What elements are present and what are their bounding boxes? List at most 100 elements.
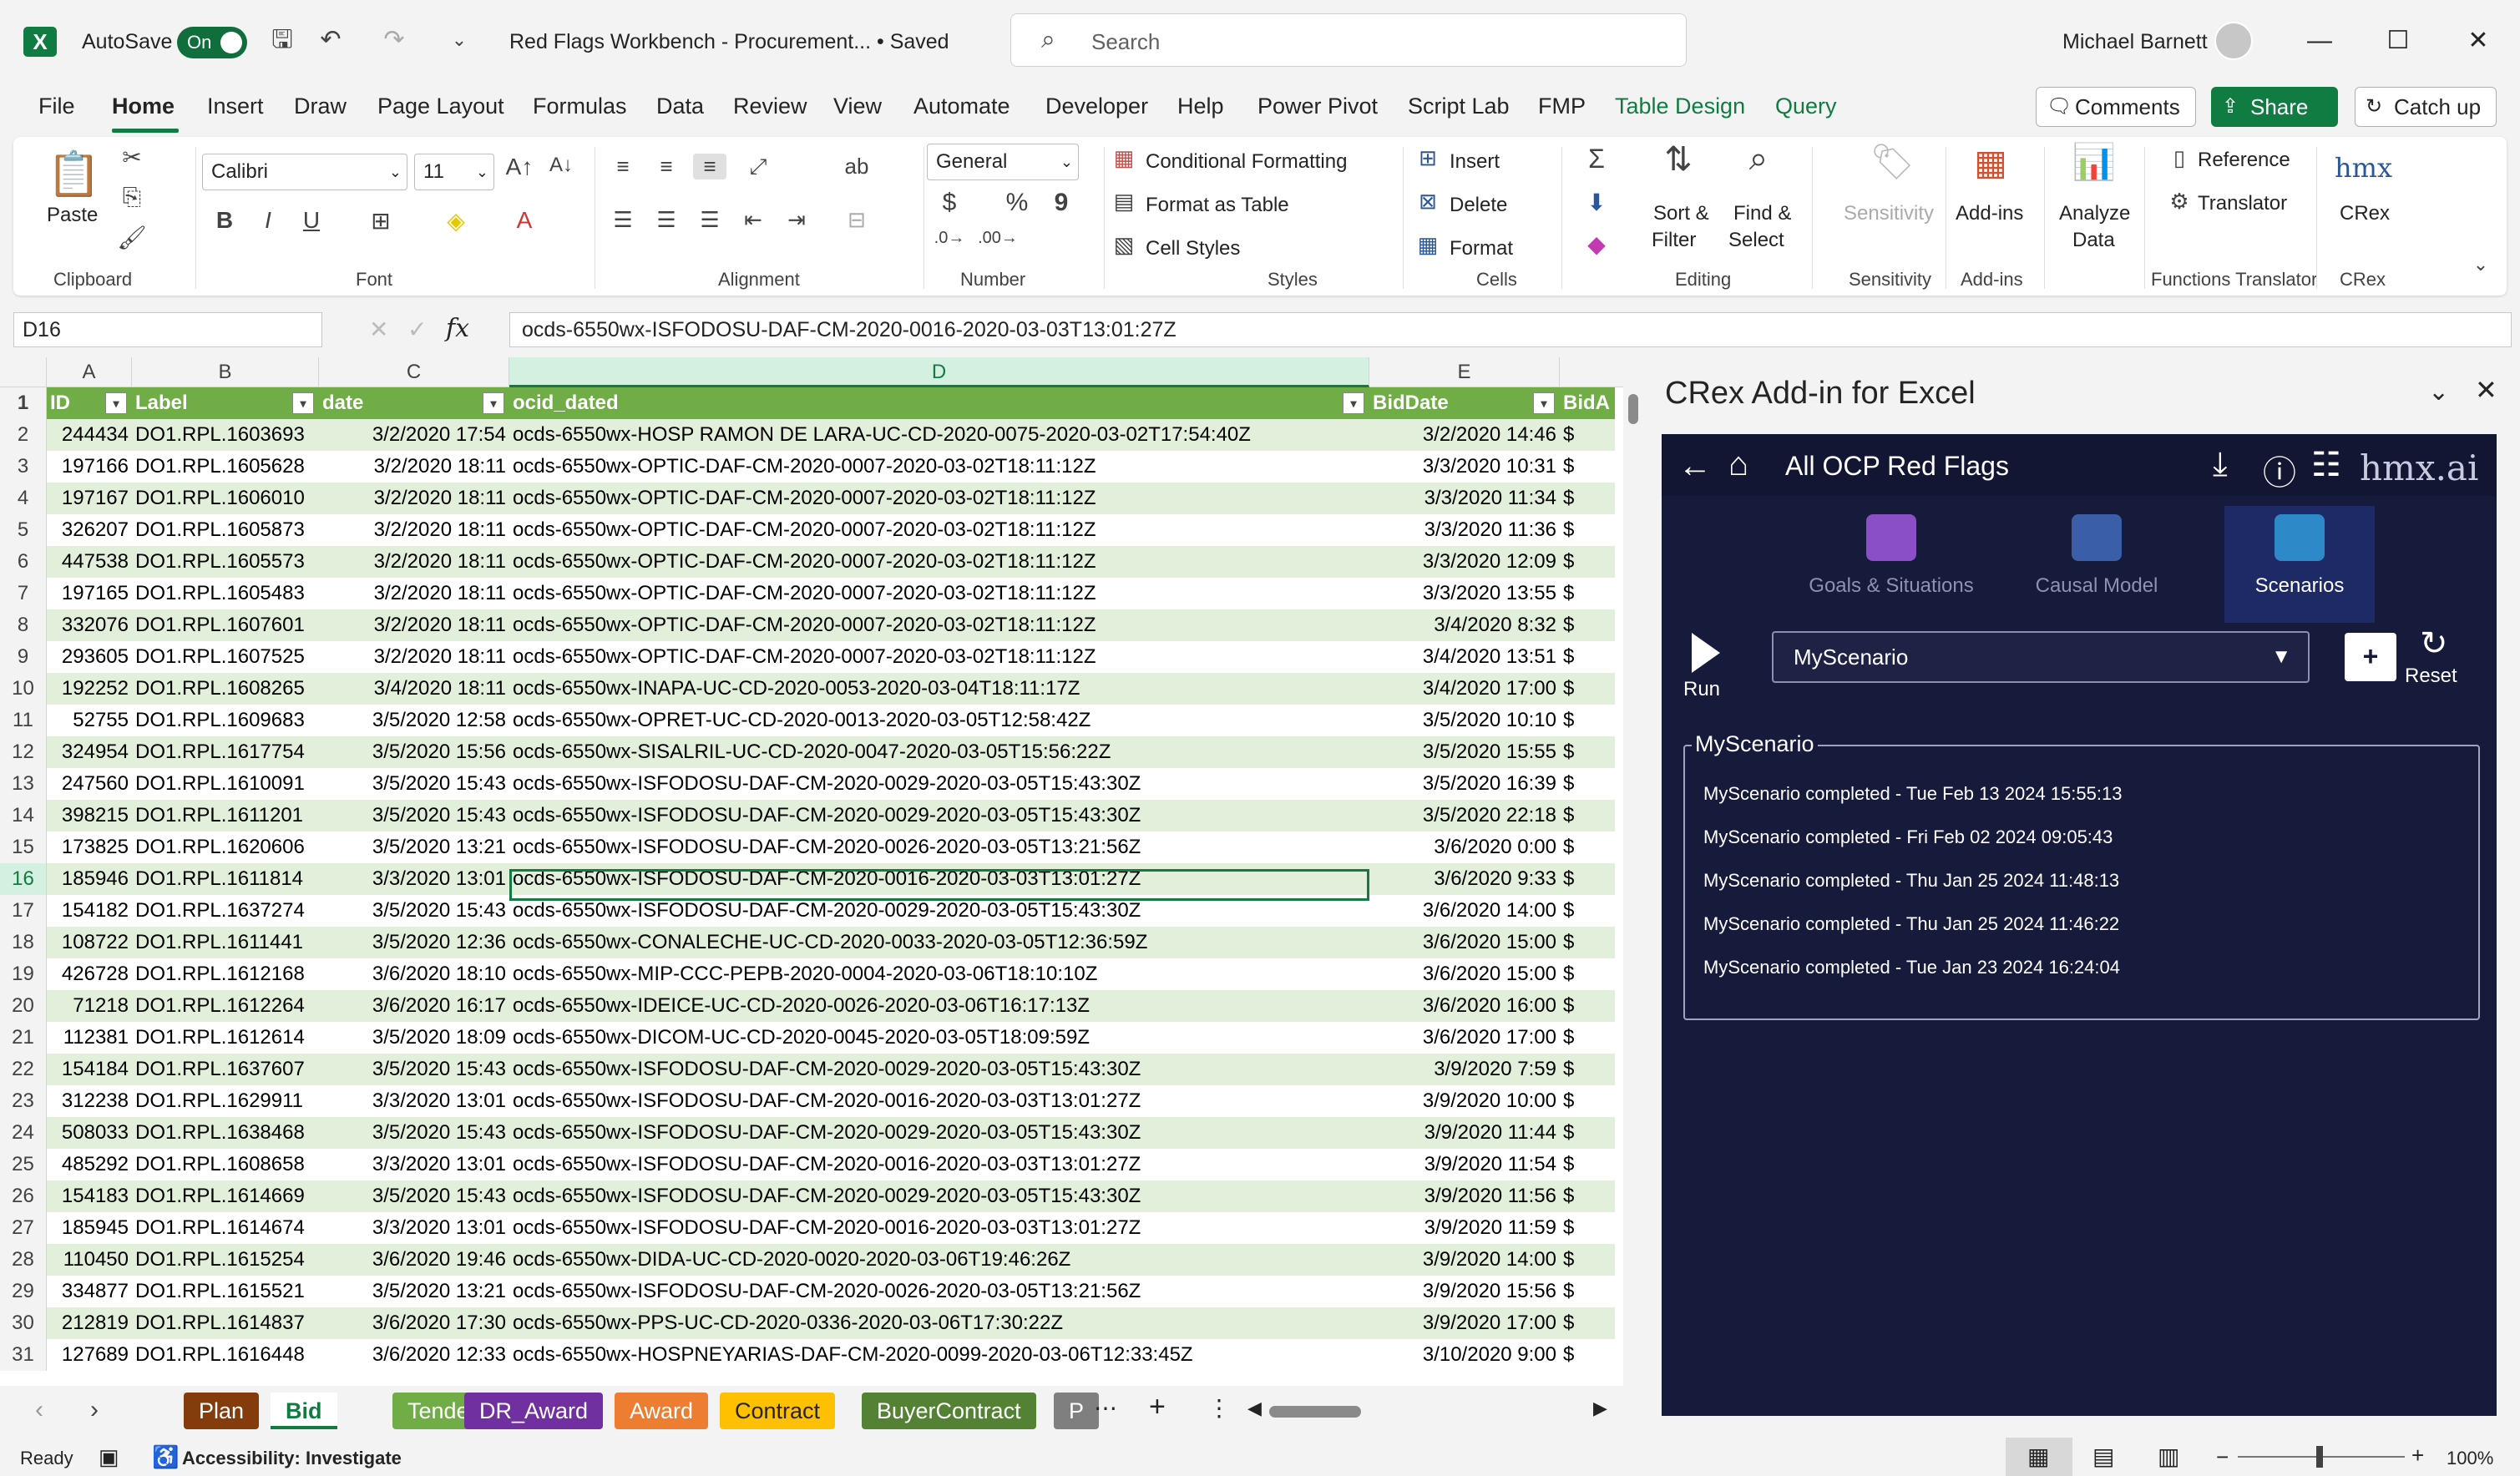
- format-painter-icon[interactable]: 🖌: [115, 224, 149, 251]
- table-cell[interactable]: ocds-6550wx-MIP-CCC-PEPB-2020-0004-2020-…: [509, 958, 1369, 990]
- row-number[interactable]: 3: [0, 451, 47, 483]
- table-cell[interactable]: 244434: [47, 419, 132, 451]
- table-cell[interactable]: DO1.RPL.1611441: [132, 927, 319, 958]
- table-cell[interactable]: 154184: [47, 1054, 132, 1085]
- table-cell[interactable]: $: [1560, 546, 1615, 578]
- row-number[interactable]: 9: [0, 641, 47, 673]
- table-cell[interactable]: $: [1560, 419, 1615, 451]
- run-button[interactable]: Run: [1683, 678, 1720, 701]
- table-cell[interactable]: ocds-6550wx-ISFODOSU-DAF-CM-2020-0016-20…: [509, 863, 1369, 895]
- table-cell[interactable]: $: [1560, 1022, 1615, 1054]
- clear-icon[interactable]: ◆: [1580, 230, 1613, 258]
- number-format-select[interactable]: General ⌄: [927, 144, 1079, 180]
- search-input[interactable]: ⌕ Search: [1010, 13, 1687, 67]
- table-cell[interactable]: DO1.RPL.1616448: [132, 1339, 319, 1371]
- table-cell[interactable]: 3/5/2020 13:21: [319, 1276, 509, 1307]
- table-cell[interactable]: ocds-6550wx-OPTIC-DAF-CM-2020-0007-2020-…: [509, 609, 1369, 641]
- table-cell[interactable]: 3/6/2020 15:00: [1369, 927, 1560, 958]
- table-cell[interactable]: 3/3/2020 11:34: [1369, 483, 1560, 514]
- table-cell[interactable]: ocds-6550wx-IDEICE-UC-CD-2020-0026-2020-…: [509, 990, 1369, 1022]
- table-cell[interactable]: ocds-6550wx-ISFODOSU-DAF-CM-2020-0029-20…: [509, 895, 1369, 927]
- table-cell[interactable]: ocds-6550wx-ISFODOSU-DAF-CM-2020-0016-20…: [509, 1149, 1369, 1180]
- translator-button[interactable]: Translator: [2198, 192, 2287, 215]
- table-cell[interactable]: 3/2/2020 18:11: [319, 641, 509, 673]
- table-cell[interactable]: 332076: [47, 609, 132, 641]
- find-label-1[interactable]: Find &: [1733, 202, 1791, 225]
- tab-page-layout[interactable]: Page Layout: [377, 94, 504, 119]
- column-header-e[interactable]: E: [1369, 357, 1560, 387]
- zoom-out-icon[interactable]: −: [2216, 1444, 2229, 1470]
- insert-cells-button[interactable]: Insert: [1450, 150, 1500, 174]
- table-cell[interactable]: 3/6/2020 16:00: [1369, 990, 1560, 1022]
- table-cell[interactable]: 3/5/2020 18:09: [319, 1022, 509, 1054]
- tab-help[interactable]: Help: [1177, 94, 1224, 119]
- redo-icon[interactable]: ↷: [377, 23, 411, 57]
- user-name[interactable]: Michael Barnett: [2062, 30, 2208, 54]
- find-label-2[interactable]: Select: [1728, 229, 1784, 252]
- name-box[interactable]: D16: [13, 312, 322, 347]
- table-cell[interactable]: 426728: [47, 958, 132, 990]
- table-cell[interactable]: ocds-6550wx-OPTIC-DAF-CM-2020-0007-2020-…: [509, 514, 1369, 546]
- table-cell[interactable]: DO1.RPL.1638468: [132, 1117, 319, 1149]
- table-cell[interactable]: 3/9/2020 11:54: [1369, 1149, 1560, 1180]
- comments-button[interactable]: 🗨 Comments: [2036, 87, 2196, 127]
- tab-home[interactable]: Home: [112, 94, 175, 119]
- collapse-ribbon-icon[interactable]: ⌄: [2468, 254, 2493, 275]
- sheet-tab[interactable]: Award: [615, 1393, 709, 1429]
- catch-up-button[interactable]: ↻ Catch up: [2355, 87, 2497, 127]
- formula-input[interactable]: ocds-6550wx-ISFODOSU-DAF-CM-2020-0016-20…: [509, 312, 2512, 347]
- row-number[interactable]: 14: [0, 800, 47, 832]
- table-cell[interactable]: 3/9/2020 11:44: [1369, 1117, 1560, 1149]
- table-cell[interactable]: 3/6/2020 17:30: [319, 1307, 509, 1339]
- fill-color-icon[interactable]: ◈: [439, 207, 473, 235]
- table-cell[interactable]: ocds-6550wx-OPTIC-DAF-CM-2020-0007-2020-…: [509, 578, 1369, 609]
- table-cell[interactable]: $: [1560, 990, 1615, 1022]
- table-cell[interactable]: 3/5/2020 15:43: [319, 1054, 509, 1085]
- minimize-icon[interactable]: —: [2295, 20, 2345, 62]
- table-cell[interactable]: 52755: [47, 705, 132, 736]
- table-cell[interactable]: ocds-6550wx-DIDA-UC-CD-2020-0020-2020-03…: [509, 1244, 1369, 1276]
- table-cell[interactable]: 3/3/2020 10:31: [1369, 451, 1560, 483]
- tab-developer[interactable]: Developer: [1045, 94, 1148, 119]
- table-cell[interactable]: $: [1560, 1180, 1615, 1212]
- table-cell[interactable]: 3/3/2020 13:01: [319, 863, 509, 895]
- table-cell[interactable]: 3/9/2020 7:59: [1369, 1054, 1560, 1085]
- decrease-font-icon[interactable]: A↓: [544, 154, 578, 177]
- table-cell[interactable]: 3/2/2020 14:46: [1369, 419, 1560, 451]
- reset-icon[interactable]: ↻: [2420, 624, 2448, 663]
- table-cell[interactable]: DO1.RPL.1637274: [132, 895, 319, 927]
- tab-data[interactable]: Data: [656, 94, 704, 119]
- table-cell[interactable]: $: [1560, 514, 1615, 546]
- table-cell[interactable]: ocds-6550wx-ISFODOSU-DAF-CM-2020-0029-20…: [509, 1054, 1369, 1085]
- table-cell[interactable]: ocds-6550wx-OPTIC-DAF-CM-2020-0007-2020-…: [509, 641, 1369, 673]
- table-cell[interactable]: ocds-6550wx-CONALECHE-UC-CD-2020-0033-20…: [509, 927, 1369, 958]
- table-header-cell[interactable]: BidDate: [1369, 387, 1560, 419]
- nav-tab[interactable]: Goals & Situations: [1795, 506, 1987, 623]
- row-number[interactable]: 18: [0, 927, 47, 958]
- bold-button[interactable]: B: [212, 207, 237, 234]
- table-cell[interactable]: $: [1560, 705, 1615, 736]
- table-cell[interactable]: 185945: [47, 1212, 132, 1244]
- row-number[interactable]: 22: [0, 1054, 47, 1085]
- table-cell[interactable]: 197166: [47, 451, 132, 483]
- table-cell[interactable]: ocds-6550wx-ISFODOSU-DAF-CM-2020-0029-20…: [509, 800, 1369, 832]
- table-cell[interactable]: 3/9/2020 17:00: [1369, 1307, 1560, 1339]
- row-number[interactable]: 28: [0, 1244, 47, 1276]
- table-cell[interactable]: DO1.RPL.1608658: [132, 1149, 319, 1180]
- table-cell[interactable]: 334877: [47, 1276, 132, 1307]
- table-cell[interactable]: 3/5/2020 12:58: [319, 705, 509, 736]
- align-middle-icon[interactable]: ≡: [651, 154, 681, 179]
- table-cell[interactable]: 247560: [47, 768, 132, 800]
- table-cell[interactable]: $: [1560, 1054, 1615, 1085]
- sort-label-2[interactable]: Filter: [1652, 229, 1696, 252]
- table-cell[interactable]: $: [1560, 1339, 1615, 1371]
- decrease-indent-icon[interactable]: ⇤: [738, 207, 768, 233]
- pane-options-icon[interactable]: ⌄: [2428, 377, 2449, 407]
- enter-icon[interactable]: ✓: [407, 316, 427, 343]
- table-cell[interactable]: $: [1560, 768, 1615, 800]
- table-cell[interactable]: DO1.RPL.1612168: [132, 958, 319, 990]
- table-cell[interactable]: DO1.RPL.1606010: [132, 483, 319, 514]
- sheet-options-icon[interactable]: ⋮: [1207, 1394, 1231, 1422]
- table-cell[interactable]: 197167: [47, 483, 132, 514]
- table-cell[interactable]: DO1.RPL.1605483: [132, 578, 319, 609]
